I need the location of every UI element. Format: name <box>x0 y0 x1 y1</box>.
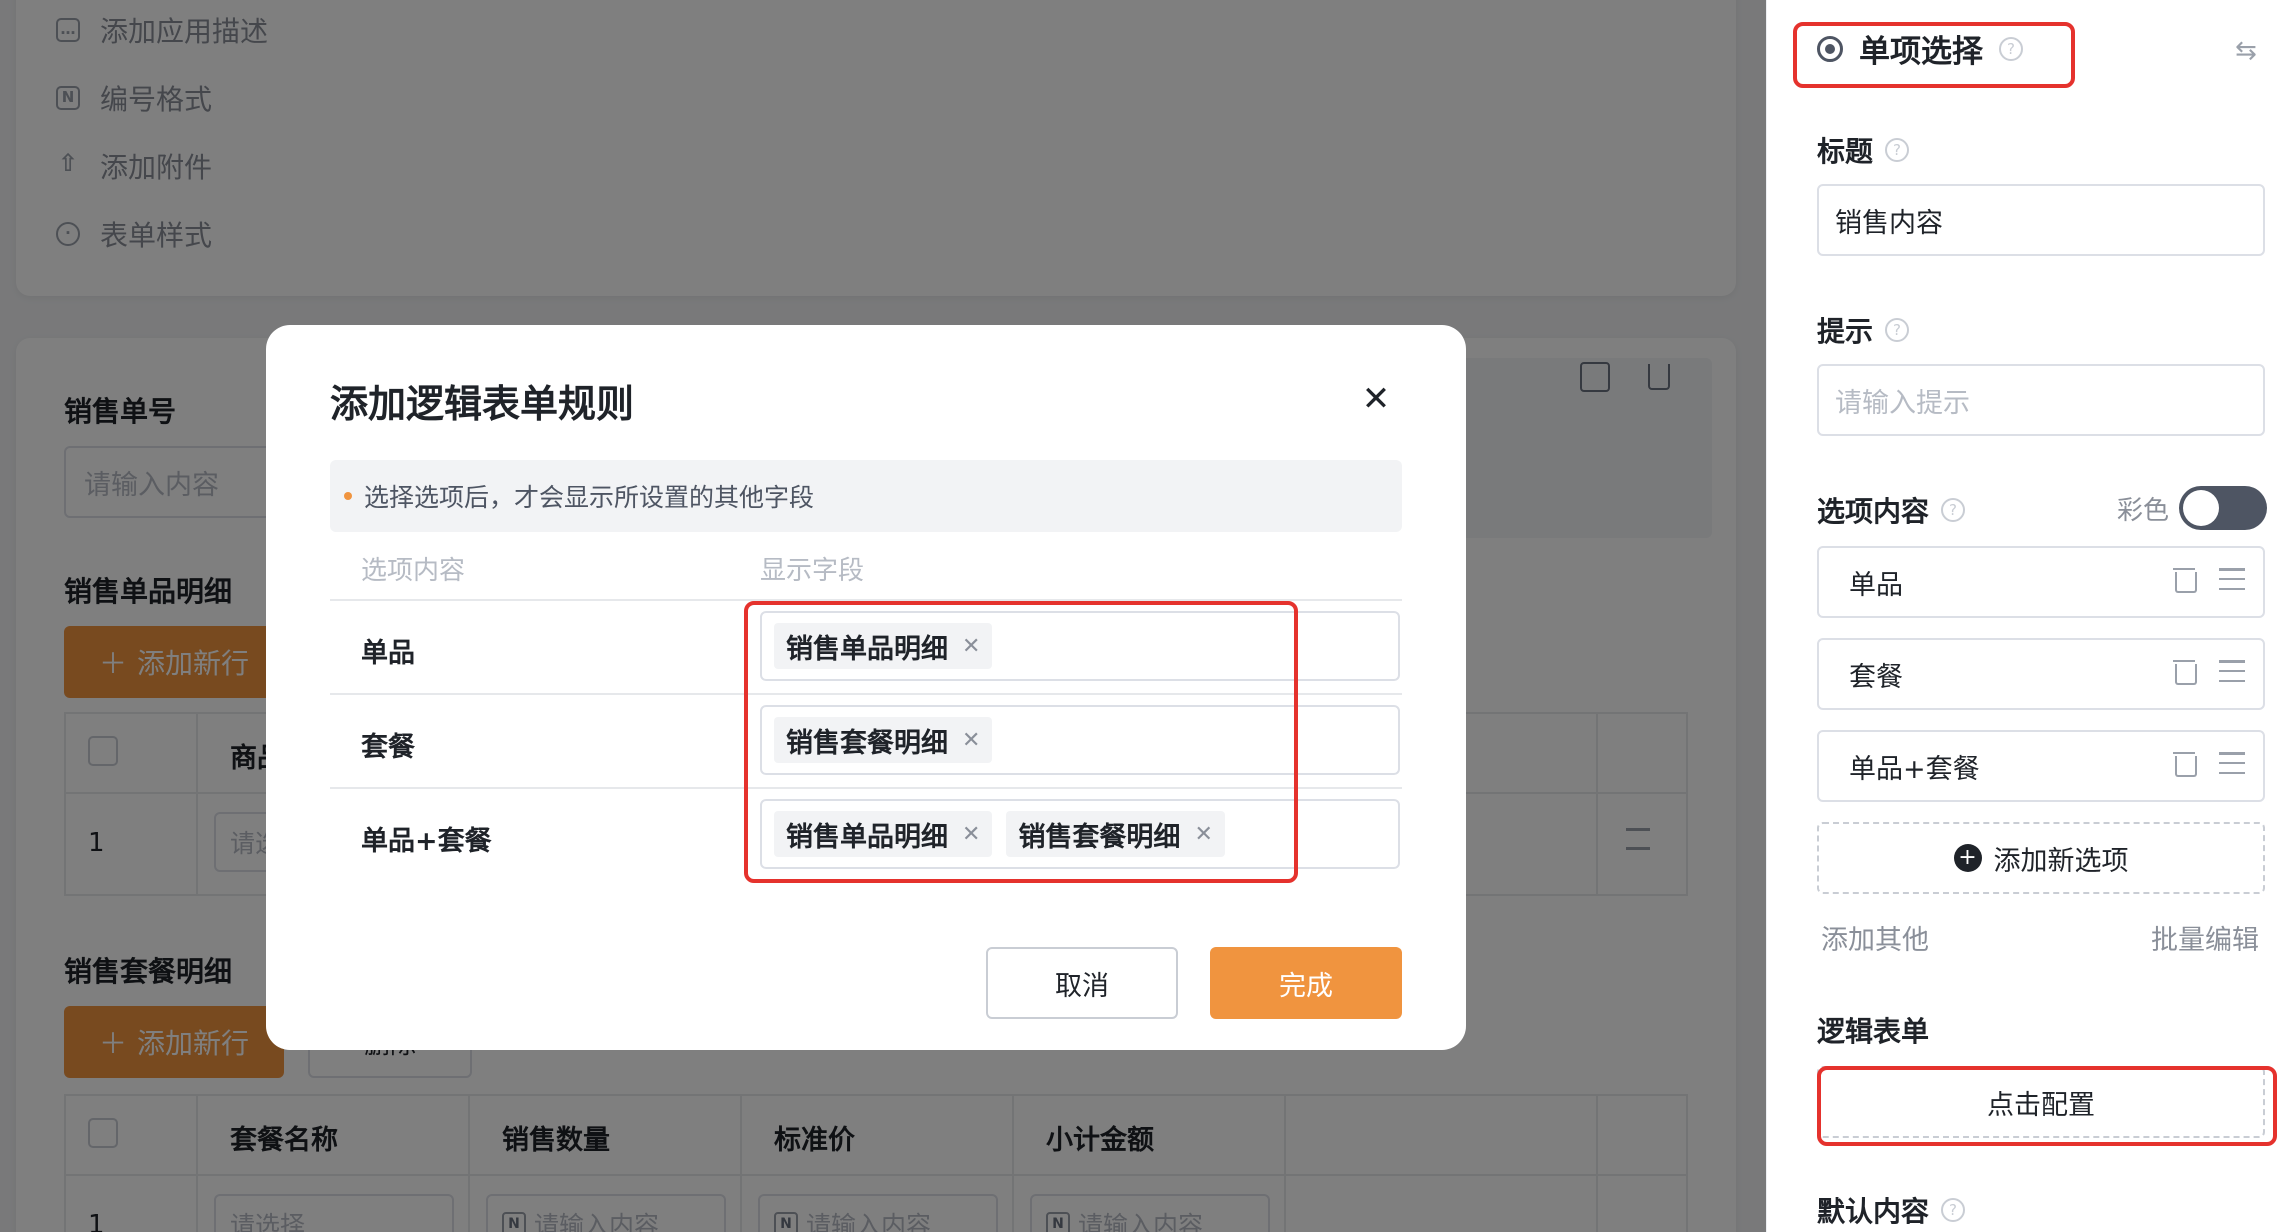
logic-rule-dialog: 添加逻辑表单规则 ✕ 选择选项后，才会显示所设置的其他字段 选项内容 显示字段 … <box>266 325 1466 1050</box>
option-label: 套餐 <box>1849 661 1903 693</box>
switch-widget-icon[interactable]: ⇆ <box>2235 36 2257 66</box>
hint-input[interactable]: 请输入提示 <box>1817 364 2265 436</box>
help-icon[interactable]: ? <box>1941 498 1966 522</box>
option-row[interactable]: 单品+套餐 <box>1817 730 2265 802</box>
add-option-label: 添加新选项 <box>1993 845 2129 877</box>
default-content-label: 默认内容? <box>1817 1190 1966 1230</box>
fields-highlight-box <box>744 601 1298 883</box>
help-icon[interactable]: ? <box>1885 138 1910 162</box>
rule-option-label: 套餐 <box>361 732 415 763</box>
trash-icon[interactable] <box>2173 566 2197 593</box>
configure-highlight <box>1817 1066 2277 1146</box>
col-header-option: 选项内容 <box>361 556 466 586</box>
widget-title-highlight <box>1793 22 2075 88</box>
drag-handle-icon[interactable] <box>2219 568 2245 590</box>
placeholder-text: 请输入提示 <box>1835 387 1970 419</box>
hint-label-text: 提示 <box>1817 315 1874 348</box>
add-option-button[interactable]: + 添加新选项 <box>1817 822 2265 894</box>
title-value: 销售内容 <box>1835 207 1943 239</box>
hint-label: 提示? <box>1817 310 1910 350</box>
options-label-text: 选项内容 <box>1817 495 1930 528</box>
cancel-button[interactable]: 取消 <box>986 947 1178 1019</box>
trash-icon[interactable] <box>2173 658 2197 685</box>
col-header-fields: 显示字段 <box>760 556 865 586</box>
options-label: 选项内容? <box>1817 490 1966 530</box>
close-icon[interactable]: ✕ <box>1354 377 1398 421</box>
add-other-link[interactable]: 添加其他 <box>1821 918 1929 957</box>
color-label: 彩色 <box>2117 496 2170 526</box>
batch-edit-link[interactable]: 批量编辑 <box>2151 918 2259 957</box>
logic-label-text: 逻辑表单 <box>1817 1015 1930 1048</box>
option-label: 单品 <box>1849 569 1903 601</box>
title-label: 标题? <box>1817 130 1910 170</box>
rule-option-label: 单品+套餐 <box>361 826 492 857</box>
bullet-dot <box>344 492 352 500</box>
tip-banner: 选择选项后，才会显示所设置的其他字段 <box>330 460 1402 532</box>
properties-panel: 单项选择 ? ⇆ 标题? 销售内容 提示? 请输入提示 选项内容? 彩色 单品 … <box>1766 0 2282 1232</box>
help-icon[interactable]: ? <box>1885 318 1910 342</box>
done-button[interactable]: 完成 <box>1210 947 1402 1019</box>
title-input[interactable]: 销售内容 <box>1817 184 2265 256</box>
drag-handle-icon[interactable] <box>2219 752 2245 774</box>
color-toggle[interactable] <box>2179 486 2267 530</box>
rule-option-label: 单品 <box>361 638 415 669</box>
plus-circle-icon: + <box>1953 844 1982 872</box>
help-icon[interactable]: ? <box>1941 1198 1966 1222</box>
title-label-text: 标题 <box>1817 135 1874 168</box>
default-label-text: 默认内容 <box>1817 1195 1930 1228</box>
option-label: 单品+套餐 <box>1849 753 1980 785</box>
option-row[interactable]: 单品 <box>1817 546 2265 618</box>
drag-handle-icon[interactable] <box>2219 660 2245 682</box>
trash-icon[interactable] <box>2173 750 2197 777</box>
option-row[interactable]: 套餐 <box>1817 638 2265 710</box>
logic-form-label: 逻辑表单 <box>1817 1010 1929 1050</box>
toggle-knob <box>2183 490 2219 526</box>
dialog-title: 添加逻辑表单规则 <box>330 382 635 426</box>
tip-text: 选择选项后，才会显示所设置的其他字段 <box>364 483 815 512</box>
